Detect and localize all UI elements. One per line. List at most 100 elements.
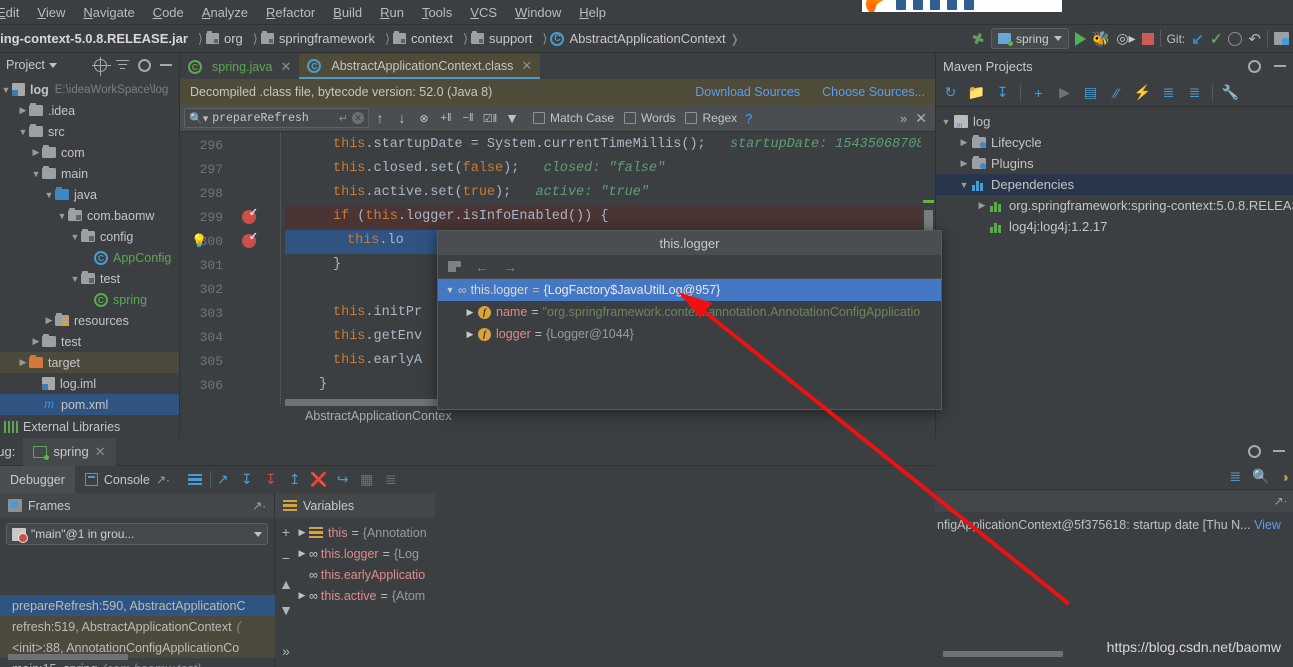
menu-item-run[interactable]: Run — [371, 0, 413, 25]
twisty-icon[interactable]: ▶ — [43, 315, 55, 326]
git-history-icon[interactable] — [1228, 32, 1242, 46]
chevron-down-icon[interactable] — [49, 63, 57, 68]
add-occurrence-icon[interactable]: +‖ — [435, 108, 457, 128]
run-configuration-selector[interactable]: spring — [991, 28, 1069, 49]
variable-row[interactable]: ▶this={Annotation — [275, 522, 435, 543]
filter-icon[interactable]: ▼ — [501, 108, 523, 128]
download-sources-link[interactable]: Download Sources — [695, 85, 800, 99]
regex-checkbox[interactable]: Regex — [685, 111, 737, 125]
search-input[interactable]: 🔍▾ prepareRefresh ↵ ✕ — [184, 108, 369, 128]
twisty-icon[interactable]: ▼ — [56, 211, 68, 221]
variable-row[interactable]: ∞this.earlyApplicatio — [275, 564, 435, 585]
maven-settings-icon[interactable]: 🔧 — [1222, 84, 1239, 101]
reimport-icon[interactable]: ↻ — [942, 84, 959, 101]
select-all-icon[interactable]: ☑‖ — [479, 108, 501, 128]
tab-console[interactable]: Console ↗∙ — [75, 466, 180, 493]
maven-tree-item[interactable]: ▶Plugins — [936, 153, 1293, 174]
find-next-icon[interactable]: ↓ — [391, 108, 413, 128]
run-with-coverage-button[interactable]: ◎▸ — [1116, 30, 1135, 47]
project-tree-item-com-baomw[interactable]: ▼com.baomw — [0, 205, 179, 226]
breadcrumb-item[interactable]: ⟩support — [457, 25, 536, 53]
breakpoint-icon[interactable] — [242, 210, 258, 226]
value-inspect-popup[interactable]: this.logger ← → ▼∞this.logger={LogFactor… — [437, 230, 942, 410]
maven-tree-item[interactable]: ▶org.springframework:spring-context:5.0.… — [936, 195, 1293, 216]
twisty-icon[interactable]: ▶ — [30, 336, 42, 347]
project-tree-item-test[interactable]: ▼test — [0, 268, 179, 289]
words-checkbox[interactable]: Words — [624, 111, 675, 125]
twisty-icon[interactable]: ▼ — [69, 274, 81, 284]
twisty-icon[interactable]: ▶ — [295, 590, 309, 601]
collapse-all-icon[interactable]: ≣ — [1186, 84, 1203, 101]
help-icon[interactable]: ? — [745, 111, 752, 126]
menu-item-vcs[interactable]: VCS — [461, 0, 506, 25]
breadcrumb-item[interactable]: ⟩CAbstractApplicationContext — [536, 25, 729, 53]
project-tree-item-target[interactable]: ▶target — [0, 352, 179, 373]
twisty-icon[interactable]: ▼ — [30, 169, 42, 179]
twisty-icon[interactable]: ▼ — [0, 85, 12, 95]
evaluate-expression-icon[interactable]: ▦ — [355, 469, 379, 491]
twisty-icon[interactable]: ▶ — [462, 307, 478, 318]
settings-stack-icon[interactable] — [1274, 32, 1289, 45]
collapse-all-icon[interactable] — [116, 60, 129, 71]
frame-row[interactable]: refresh:519, AbstractApplicationContext( — [0, 616, 275, 637]
soft-wrap-icon[interactable]: ≣ — [1229, 468, 1241, 485]
project-tree-item-log-iml[interactable]: log.iml — [0, 373, 179, 394]
pin-icon[interactable]: ↗∙ — [1274, 494, 1287, 508]
run-to-cursor-icon[interactable]: ↪ — [331, 469, 355, 491]
gear-icon[interactable] — [1248, 60, 1261, 73]
pin-icon[interactable]: ↗∙ — [156, 472, 170, 487]
console-right-tab[interactable]: ↗∙ — [935, 490, 1293, 512]
add-maven-project-icon[interactable]: + — [1030, 84, 1047, 101]
step-out-icon[interactable]: ↥ — [283, 469, 307, 491]
move-up-icon[interactable]: ▲ — [279, 576, 293, 592]
minimize-icon[interactable] — [160, 64, 172, 66]
pin-icon[interactable]: ↗∙ — [252, 498, 274, 513]
select-all-occurrences-icon[interactable]: ⊗ — [413, 108, 435, 128]
view-link[interactable]: View — [1254, 518, 1281, 532]
git-update-icon[interactable]: ↙ — [1191, 30, 1204, 48]
toggle-skip-tests-icon[interactable]: ⚡ — [1134, 84, 1151, 101]
debug-session-tab[interactable]: spring ✕ — [23, 438, 115, 466]
find-previous-icon[interactable]: ↑ — [369, 108, 391, 128]
add-watch-icon[interactable]: + — [282, 524, 290, 540]
intention-bulb-icon[interactable]: 💡 — [191, 233, 207, 249]
twisty-icon[interactable]: ▼ — [43, 190, 55, 200]
menu-item-window[interactable]: Window — [506, 0, 570, 25]
back-arrow-icon[interactable]: ← — [475, 259, 489, 275]
menu-item-view[interactable]: View — [28, 0, 74, 25]
frames-horizontal-scrollbar[interactable] — [8, 654, 128, 660]
twisty-icon[interactable]: ▶ — [295, 527, 309, 538]
variable-row[interactable]: ▶∞this.active={Atom — [275, 585, 435, 606]
breadcrumb-item[interactable]: ⟩org — [192, 25, 247, 53]
breadcrumb-item[interactable]: ⟩springframework — [247, 25, 379, 53]
more-options-icon[interactable]: » — [900, 111, 907, 126]
download-sources-icon[interactable]: ↧ — [994, 84, 1011, 101]
twisty-icon[interactable]: ▼ — [69, 232, 81, 242]
menu-item-code[interactable]: Code — [144, 0, 193, 25]
twisty-icon[interactable]: ▶ — [17, 105, 29, 116]
breadcrumb-item[interactable]: ⟩ing-context-5.0.8.RELEASE.jar — [0, 25, 192, 53]
twisty-icon[interactable]: ▼ — [442, 285, 458, 295]
editor-gutter[interactable]: 296297298299300💡301302303304305306 — [180, 132, 285, 404]
close-icon[interactable]: ✕ — [915, 110, 927, 127]
twisty-icon[interactable]: ▶ — [974, 200, 990, 211]
step-into-icon[interactable]: ↧ — [235, 469, 259, 491]
menu-item-tools[interactable]: Tools — [413, 0, 461, 25]
project-tree-item-pom-xml[interactable]: mpom.xml — [0, 394, 179, 415]
frame-row[interactable]: prepareRefresh:590, AbstractApplicationC — [0, 595, 275, 616]
clear-search-icon[interactable]: ✕ — [352, 112, 364, 124]
force-step-into-icon[interactable]: ↧ — [259, 469, 283, 491]
variables-list[interactable]: ▶this={Annotation▶∞this.logger={Log∞this… — [275, 518, 435, 606]
expand-tools-icon[interactable]: » — [282, 643, 290, 667]
twisty-icon[interactable]: ▶ — [462, 329, 478, 340]
editor-tab-abstractapplicationcontext-class[interactable]: CAbstractApplicationContext.class✕ — [299, 54, 540, 79]
maven-tree-item[interactable]: log4j:log4j:1.2.17 — [936, 216, 1293, 237]
project-tree-item-spring[interactable]: Cspring — [0, 289, 179, 310]
debug-button[interactable]: 🐝 — [1092, 30, 1111, 48]
twisty-icon[interactable]: ▶ — [956, 158, 972, 169]
move-down-icon[interactable]: ▼ — [279, 602, 293, 618]
project-tree-item-src[interactable]: ▼src — [0, 121, 179, 142]
toggle-offline-icon[interactable]: ⁄⁄ — [1108, 84, 1125, 101]
twisty-icon[interactable]: ▶ — [17, 357, 29, 368]
project-tree-item-com[interactable]: ▶com — [0, 142, 179, 163]
